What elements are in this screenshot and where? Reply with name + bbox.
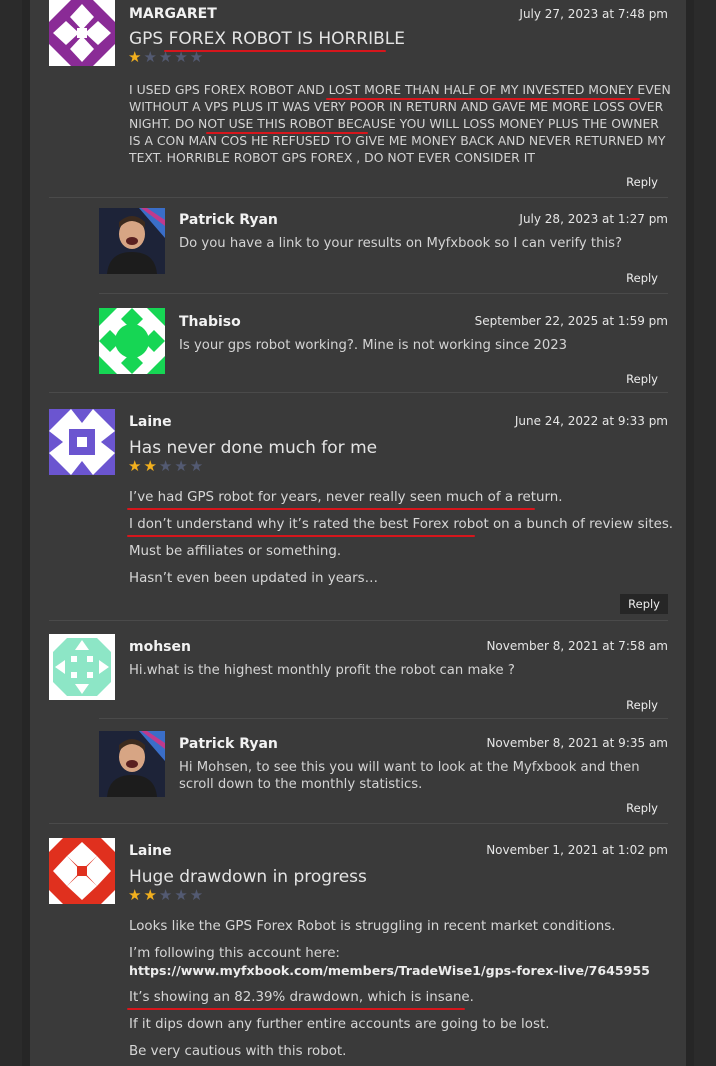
comment-date: November 1, 2021 at 1:02 pm [486,843,668,857]
star-icon: ★★ [128,457,159,475]
comment-author: Patrick Ryan [179,212,278,228]
identicon-green [99,308,165,374]
review-title: Huge drawdown in progress [129,867,367,887]
comment-date: June 24, 2022 at 9:33 pm [514,414,668,428]
page-right-edge [686,0,694,1066]
comment-author: Thabiso [179,314,241,330]
comment-paragraph: Be very cautious with this robot. [129,1044,347,1059]
highlight-underline [127,535,475,537]
avatar [49,0,115,66]
star-icon: ★ [128,48,144,66]
star-rating: ★★★★★ [128,457,205,475]
divider [99,718,668,719]
avatar [99,208,165,274]
highlight-underline [206,132,368,134]
star-icon: ★★ [128,886,159,904]
review-title: GPS FOREX ROBOT IS HORRIBLE [129,29,405,49]
review-title: Has never done much for me [129,438,378,458]
divider [49,392,668,393]
comment-date: July 28, 2023 at 1:27 pm [519,212,668,226]
comment-body: Hi.what is the highest monthly profit th… [129,663,515,678]
myfxbook-link[interactable]: https://www.myfxbook.com/members/TradeWi… [129,963,650,978]
comment-author: mohsen [129,639,191,655]
profile-photo [99,731,165,797]
avatar [99,308,165,374]
avatar [49,409,115,475]
identicon-mint [49,634,115,700]
page-left-edge [22,0,30,1066]
star-rating: ★★★★★ [128,886,205,904]
comment-author: Patrick Ryan [179,736,278,752]
comment-paragraph: I’m following this account here: [129,946,340,961]
reply-button[interactable]: Reply [626,372,658,386]
avatar [49,634,115,700]
comment-paragraph: It’s showing an 82.39% drawdown, which i… [129,990,474,1005]
identicon-purple [49,0,115,66]
identicon-red [49,838,115,904]
reply-button[interactable]: Reply [626,698,658,712]
comment-paragraph: I’ve had GPS robot for years, never real… [129,490,563,505]
comment-paragraph: I don’t understand why it’s rated the be… [129,517,674,532]
avatar [99,731,165,797]
identicon-violet [49,409,115,475]
comment-paragraph: Looks like the GPS Forex Robot is strugg… [129,919,616,934]
comment-paragraph: Must be affiliates or something. [129,544,342,559]
divider [49,620,668,621]
star-icon: ★★★ [158,886,206,904]
reply-button[interactable]: Reply [626,175,658,189]
highlight-underline [127,1008,465,1010]
reply-button[interactable]: Reply [620,594,668,614]
comment-body: Is your gps robot working?. Mine is not … [179,338,568,353]
comment-author: MARGARET [129,6,217,22]
divider [49,197,668,198]
comment-body: Do you have a link to your results on My… [179,236,622,251]
comment-author: Laine [129,414,172,430]
star-icon: ★★★ [158,457,206,475]
comment-author: Laine [129,843,172,859]
highlight-underline [326,98,640,100]
comment-paragraph: If it dips down any further entire accou… [129,1017,550,1032]
comment-date: September 22, 2025 at 1:59 pm [474,314,668,328]
avatar [49,838,115,904]
divider [49,823,668,824]
divider [99,293,668,294]
reply-button[interactable]: Reply [626,271,658,285]
comment-date: July 27, 2023 at 7:48 pm [519,7,668,21]
comment-body: I USED GPS FOREX ROBOT AND LOST MORE THA… [129,82,671,165]
highlight-underline [127,508,535,510]
comments-panel: MARGARET July 27, 2023 at 7:48 pm GPS FO… [30,0,686,1066]
comment-date: November 8, 2021 at 7:58 am [486,639,668,653]
profile-photo [99,208,165,274]
comment-date: November 8, 2021 at 9:35 am [486,736,668,750]
star-rating: ★★★★★ [128,48,205,66]
comment-body: Hi Mohsen, to see this you will want to … [179,760,640,792]
star-icon: ★★★★ [143,48,206,66]
reply-button[interactable]: Reply [626,801,658,815]
comment-paragraph: Hasn’t even been updated in years… [129,571,379,586]
